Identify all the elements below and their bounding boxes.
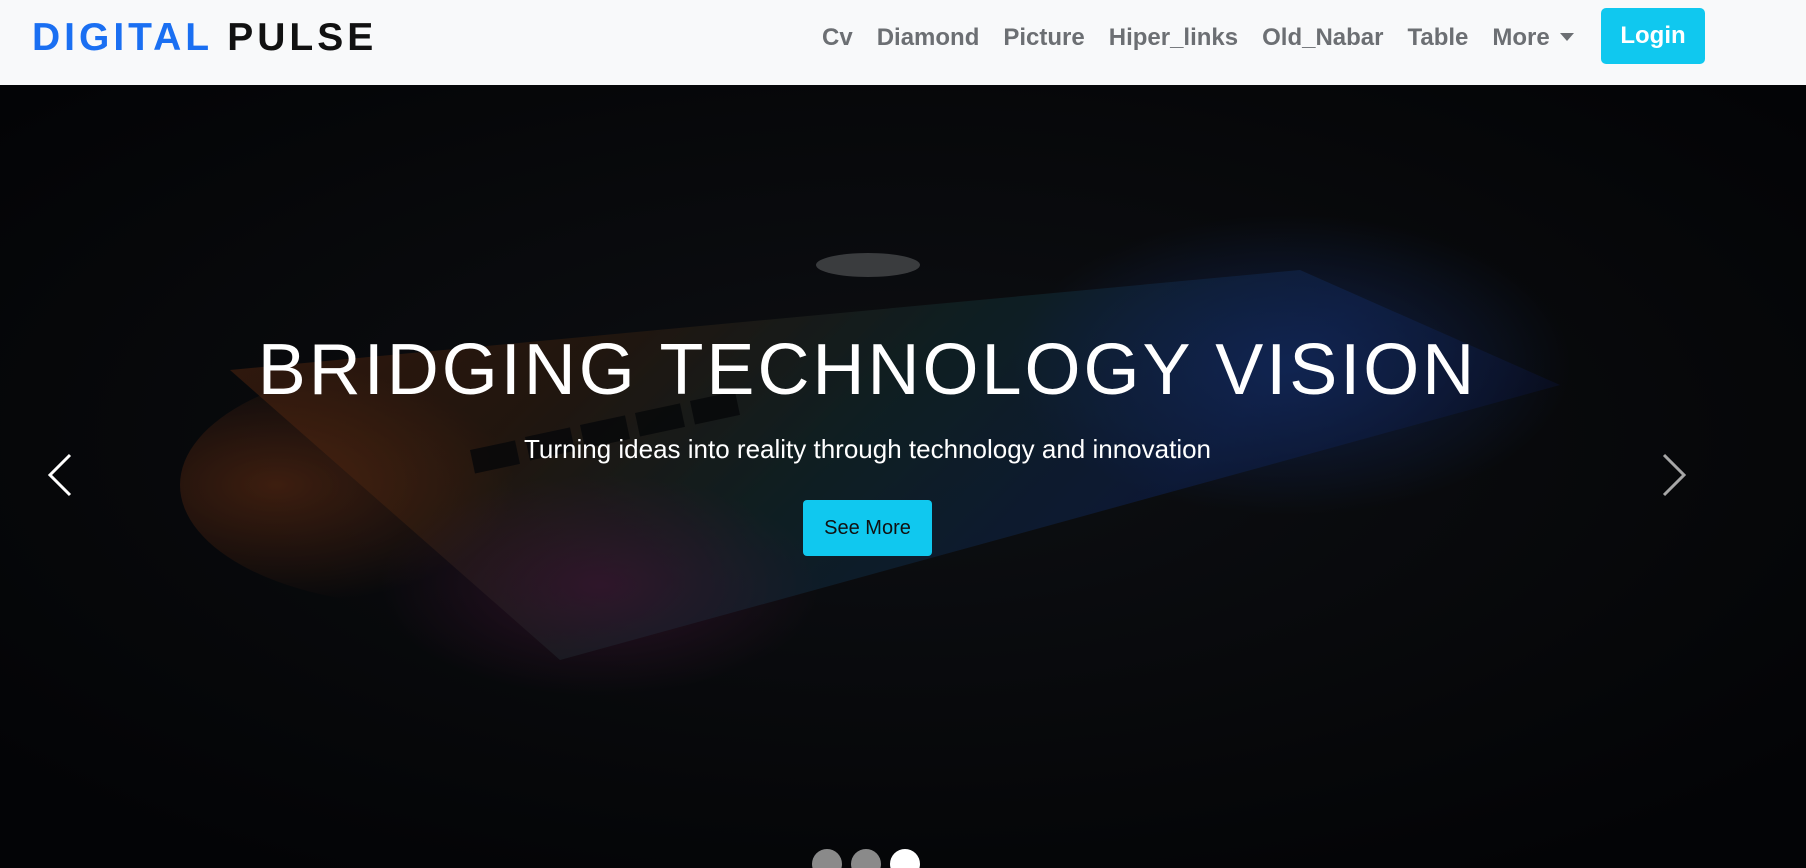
carousel-indicator-3[interactable] — [890, 849, 920, 868]
chevron-right-icon — [1662, 453, 1687, 497]
nav-item-hiper-links[interactable]: Hiper_links — [1097, 0, 1250, 75]
carousel-next-button[interactable] — [1648, 445, 1698, 505]
nav-item-more-label: More — [1492, 24, 1550, 51]
navbar: DIGITAL PULSE Cv Diamond Picture Hiper_l… — [0, 0, 1806, 85]
carousel-prev-button[interactable] — [36, 445, 86, 505]
hero-subtitle: Turning ideas into reality through techn… — [523, 434, 1212, 464]
nav-item-cv[interactable]: Cv — [810, 0, 865, 75]
hero-title: BRIDGING TECHNOLOGY VISION — [257, 330, 1478, 410]
main-nav: Cv Diamond Picture Hiper_links Old_Nabar… — [810, 0, 1586, 75]
carousel-indicators — [812, 849, 920, 868]
carousel-indicator-1[interactable] — [812, 849, 842, 868]
hero-laptop-image — [0, 85, 1806, 868]
brand-part-2: PULSE — [227, 16, 378, 59]
brand-part-1: DIGITAL — [32, 16, 213, 59]
nav-item-picture[interactable]: Picture — [991, 0, 1096, 75]
nav-item-table[interactable]: Table — [1396, 0, 1481, 75]
carousel-indicator-2[interactable] — [851, 849, 881, 868]
nav-item-old-nabar[interactable]: Old_Nabar — [1250, 0, 1395, 75]
see-more-button[interactable]: See More — [803, 500, 932, 556]
chevron-left-icon — [47, 453, 72, 497]
nav-item-diamond[interactable]: Diamond — [865, 0, 992, 75]
caret-down-icon — [1559, 32, 1574, 41]
brand-logo[interactable]: DIGITAL PULSE — [32, 16, 377, 60]
hero-carousel: BRIDGING TECHNOLOGY VISION Turning ideas… — [0, 85, 1806, 868]
nav-item-more-dropdown[interactable]: More — [1480, 0, 1585, 75]
login-button[interactable]: Login — [1601, 8, 1705, 64]
